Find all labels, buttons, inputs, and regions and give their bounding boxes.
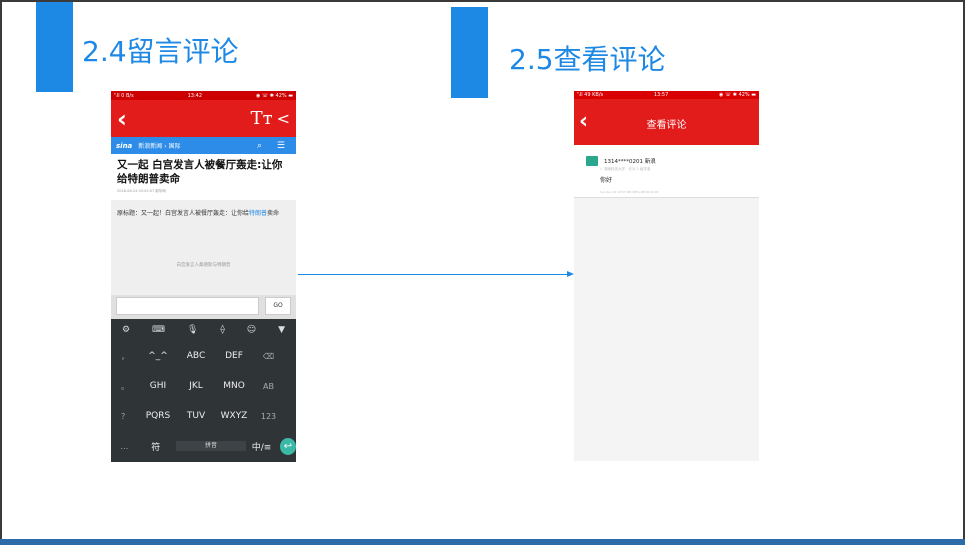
font-size-icon[interactable]: Tт [251,108,273,129]
image-caption: 白宫发言人桑德斯与特朗普 [176,263,231,268]
right-phone-screenshot: ᵀᵢll 49 KB/s 13:57 ◉ ☏ ✱ 42% ▬ ‹ 查看评论 13… [574,91,759,461]
share-icon[interactable]: < [277,109,290,128]
key[interactable]: PQRS [139,411,177,421]
go-button[interactable]: GO [265,297,291,315]
status-bar: ᵀᵢll 0 B/s 13:42 ◉ ☏ ✱ 42% ▬ [111,91,296,100]
hide-keyboard-icon[interactable]: ▼ [278,325,285,335]
key-ab[interactable]: AB [253,382,284,391]
emoji-icon[interactable]: ☺ [247,325,256,335]
network-status: ᵀᵢll 49 KB/s [577,92,604,98]
keyboard-icon[interactable]: ⌨ [152,325,165,335]
key-question[interactable]: ？ [111,411,139,422]
key[interactable]: DEF [215,351,253,361]
enter-icon[interactable]: ↩ [279,437,296,455]
battery-status: ◉ ☏ ✱ 42% ▬ [255,92,293,99]
key-comma[interactable]: ， [111,351,139,362]
left-phone-screenshot: ᵀᵢll 0 B/s 13:42 ◉ ☏ ✱ 42% ▬ ‹ Tт < sina… [111,91,296,462]
left-title-accent [36,2,73,92]
mic-icon[interactable]: 🎙 [187,325,198,335]
breadcrumb[interactable]: 新浪新闻 › 国际 [138,141,180,150]
comment-text: 你好 [600,177,613,184]
sina-logo: sina [116,141,133,150]
article-header: 又一起 白宫发言人被餐厅轰走:让你给特朗普卖命 2018-06-24 03:02… [111,154,296,200]
settings-icon[interactable]: ⚙ [122,325,130,335]
key[interactable]: TUV [177,411,215,421]
comment-user-info: ✓ 湖南科技大学 · 长沙 2 级学者 [600,167,651,171]
keyboard-row: ， ^_^ ABC DEF ⌫ [111,341,296,371]
key-ellipsis[interactable]: … [111,442,138,451]
key[interactable]: ^_^ [139,351,177,361]
keyboard-row: 。 GHI JKL MNO AB [111,371,296,401]
status-bar: ᵀᵢll 49 KB/s 13:57 ◉ ☏ ✱ 42% ▬ [574,91,759,99]
article-text: 原标题：又一起！白宫发言人被餐厅轰走：让你给特朗普卖命 [117,210,280,217]
key[interactable]: ABC [177,351,215,361]
avatar [586,156,598,166]
comment-item: 1314****0201 新浪 ✓ 湖南科技大学 · 长沙 2 级学者 你好 S… [574,145,759,198]
article-meta: 2018-06-24 03:02:07 新华网 [117,189,166,193]
channel-bar: sina 新浪新闻 › 国际 ⌕ ☰ [111,137,296,154]
comment-user: 1314****0201 新浪 [604,159,656,165]
flow-arrow-head [567,271,574,277]
backspace-icon[interactable]: ⌫ [253,352,284,361]
key[interactable]: MNO [215,381,253,391]
article-link[interactable]: 特朗普 [249,210,267,217]
space-key[interactable]: 拼音 [175,441,247,451]
comments-header: ‹ 查看评论 [574,99,759,145]
right-title-accent [451,7,488,98]
key-symbol[interactable]: 符 [138,440,174,453]
battery-status: ◉ ☏ ✱ 42% ▬ [719,92,756,98]
comment-time: Sun Jun 24 13:57:08 GMT+08:00 2018 [600,190,658,194]
news-toolbar: ‹ Tт < [111,100,296,137]
flow-arrow-line [298,274,568,275]
status-time: 13:57 [653,92,669,98]
article-body: 原标题：又一起！白宫发言人被餐厅轰走：让你给特朗普卖命 白宫发言人桑德斯与特朗普 [111,200,296,296]
comment-input[interactable] [116,297,259,315]
keyboard-row: ？ PQRS TUV WXYZ 123 [111,401,296,431]
comment-input-row: GO [111,295,296,319]
key-period[interactable]: 。 [111,381,139,392]
network-status: ᵀᵢll 0 B/s [114,92,134,99]
key[interactable]: WXYZ [215,411,253,421]
search-menu-icons[interactable]: ⌕ ☰ [257,141,291,151]
left-slide-title: 2.4留言评论 [82,35,239,68]
cursor-icon[interactable]: ⟠ [220,325,224,335]
key[interactable]: GHI [139,381,177,391]
article-headline: 又一起 白宫发言人被餐厅轰走:让你给特朗普卖命 [117,159,283,185]
key-123[interactable]: 123 [253,412,284,421]
key-lang[interactable]: 中/≡ [248,440,275,453]
keyboard-row: … 符 拼音 中/≡ ↩ [111,431,296,461]
page-title: 查看评论 [646,120,687,131]
ime-keyboard: ⚙ ⌨ 🎙 ⟠ ☺ ▼ ， ^_^ ABC DEF ⌫ 。 GHI JKL MN… [111,319,296,462]
key[interactable]: JKL [177,381,215,391]
status-time: 13:42 [187,92,203,99]
right-slide-title: 2.5查看评论 [509,43,666,76]
back-icon[interactable]: ‹ [117,107,127,131]
bottom-border [0,539,965,545]
keyboard-toolbar: ⚙ ⌨ 🎙 ⟠ ☺ ▼ [111,319,296,341]
